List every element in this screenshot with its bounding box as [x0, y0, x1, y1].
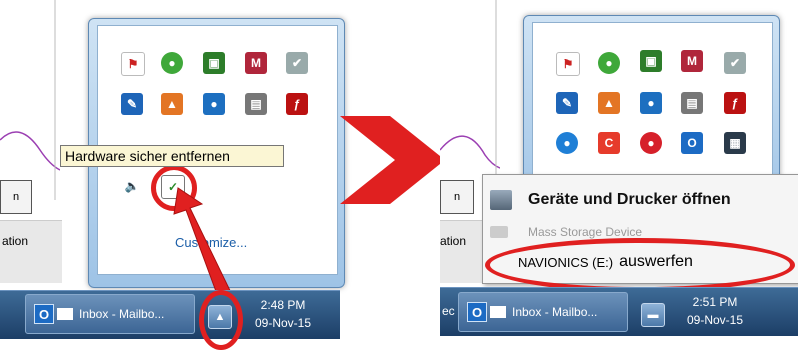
grid-icon[interactable]: ▦: [724, 132, 746, 154]
left-taskbar-outlook-button[interactable]: O Inbox - Mailbo...: [25, 294, 195, 334]
outlook-icon: O: [467, 302, 487, 322]
usb-drive-icon: [490, 226, 508, 238]
globe-icon[interactable]: ●: [556, 132, 578, 154]
right-clock-date: 09-Nov-15: [686, 313, 744, 327]
printer-icon: [490, 190, 512, 210]
envelope-icon: [57, 308, 73, 320]
right-clock[interactable]: 2:51 PM 09-Nov-15: [678, 293, 752, 329]
right-taskbar-app-label: Inbox - Mailbo...: [512, 305, 598, 319]
fox-icon[interactable]: ●: [640, 92, 662, 114]
outlook-icon: O: [34, 304, 54, 324]
c-app-icon[interactable]: C: [598, 132, 620, 154]
green-circle-icon[interactable]: ●: [598, 52, 620, 74]
orange-app-icon[interactable]: ▲: [598, 92, 620, 114]
left-taskbar-app-label: Inbox - Mailbo...: [79, 307, 165, 321]
devices-printers-menu-item[interactable]: Geräte und Drucker öffnen: [490, 184, 731, 216]
envelope-icon: [490, 306, 506, 318]
right-side-text: ation: [440, 234, 467, 248]
right-purple-curve: [440, 0, 500, 200]
eject-highlight-ellipse: [485, 238, 795, 292]
left-clock-time: 2:48 PM: [260, 298, 306, 312]
big-red-chevron-arrow: [340, 116, 445, 204]
green-monitor-icon[interactable]: ▣: [640, 50, 662, 72]
wrench-icon[interactable]: ✎: [556, 92, 578, 114]
server-icon[interactable]: ▤: [681, 92, 703, 114]
devices-printers-label: Geräte und Drucker öffnen: [528, 191, 731, 208]
mass-storage-label: Mass Storage Device: [528, 225, 643, 239]
shield-icon[interactable]: M: [681, 50, 703, 72]
left-tray-highlight: [199, 290, 243, 350]
left-clock-date: 09-Nov-15: [254, 316, 312, 330]
flash-icon[interactable]: ƒ: [724, 92, 746, 114]
left-clock[interactable]: 2:48 PM 09-Nov-15: [248, 296, 318, 332]
network-check-icon[interactable]: ✔: [724, 52, 746, 74]
right-taskbar-left-fragment: ec: [442, 304, 455, 318]
right-side-button[interactable]: n: [440, 180, 474, 214]
red-o-icon[interactable]: ●: [640, 132, 662, 154]
right-show-hidden-icons-button[interactable]: ▬: [641, 303, 665, 327]
outlook-icon[interactable]: O: [681, 132, 703, 154]
right-taskbar-outlook-button[interactable]: O Inbox - Mailbo...: [458, 292, 628, 332]
flag-error-icon[interactable]: ⚑: [556, 52, 580, 76]
right-clock-time: 2:51 PM: [692, 295, 738, 309]
